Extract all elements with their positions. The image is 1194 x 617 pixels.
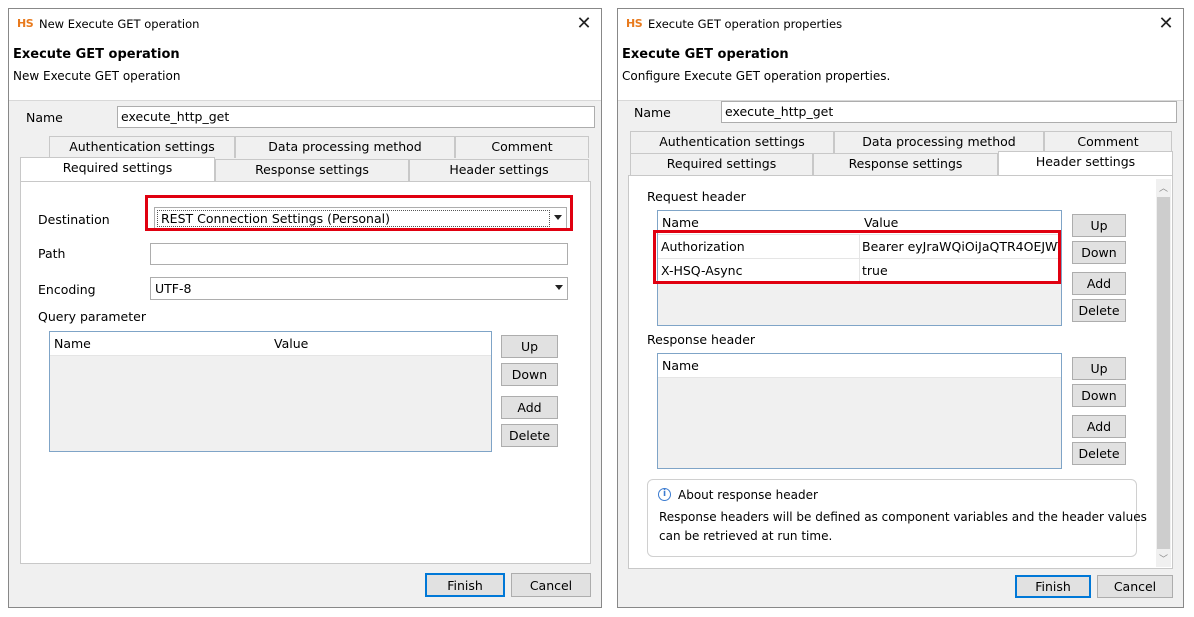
tab-required-settings[interactable]: Required settings <box>630 153 813 175</box>
vertical-scrollbar[interactable]: ︿ ﹀ <box>1156 179 1171 567</box>
hs-logo-icon: HS <box>17 17 34 30</box>
response-header-info: i About response header Response headers… <box>647 479 1147 557</box>
column-value: Value <box>864 215 899 230</box>
tab-authentication-settings[interactable]: Authentication settings <box>49 136 235 158</box>
column-divider <box>859 259 860 282</box>
cancel-button[interactable]: Cancel <box>1097 575 1173 598</box>
new-execute-get-dialog: HS New Execute GET operation ✕ Execute G… <box>8 8 602 608</box>
finish-button[interactable]: Finish <box>1015 575 1091 598</box>
encoding-value: UTF-8 <box>155 281 192 296</box>
column-divider <box>859 235 860 258</box>
grid-header: Name Value <box>50 332 491 356</box>
tab-comment[interactable]: Comment <box>1044 131 1172 153</box>
tab-data-processing-method[interactable]: Data processing method <box>235 136 455 158</box>
path-input[interactable] <box>150 243 568 265</box>
header-subtitle: Configure Execute GET operation properti… <box>622 69 891 83</box>
tab-header-settings[interactable]: Header settings <box>409 159 589 181</box>
tab-response-settings[interactable]: Response settings <box>813 153 998 175</box>
name-input[interactable]: execute_http_get <box>721 101 1177 123</box>
window-title: New Execute GET operation <box>39 17 200 31</box>
response-up-button[interactable]: Up <box>1072 357 1126 380</box>
response-delete-button[interactable]: Delete <box>1072 442 1126 465</box>
destination-select[interactable]: REST Connection Settings (Personal) <box>154 207 567 230</box>
name-input[interactable]: execute_http_get <box>117 106 595 128</box>
request-up-button[interactable]: Up <box>1072 214 1126 237</box>
table-row[interactable]: X-HSQ-Async true <box>658 259 1061 283</box>
add-button[interactable]: Add <box>501 396 558 419</box>
table-row[interactable]: Authorization Bearer eyJraWQiOiJaQTR4OEJ… <box>658 235 1061 259</box>
encoding-select[interactable]: UTF-8 <box>150 277 568 300</box>
dialog-header: Execute GET operation Configure Execute … <box>618 39 1183 101</box>
tab-header-settings[interactable]: Header settings <box>998 151 1173 175</box>
response-header-label: Response header <box>647 332 756 347</box>
cancel-button[interactable]: Cancel <box>511 573 591 597</box>
request-delete-button[interactable]: Delete <box>1072 299 1126 322</box>
execute-get-properties-dialog: HS Execute GET operation properties ✕ Ex… <box>617 8 1184 608</box>
chevron-down-icon <box>554 215 562 220</box>
grid-header: Name Value <box>658 211 1061 235</box>
up-button[interactable]: Up <box>501 335 558 358</box>
dialog-header: Execute GET operation New Execute GET op… <box>9 39 601 101</box>
response-add-button[interactable]: Add <box>1072 415 1126 438</box>
required-settings-panel: Destination REST Connection Settings (Pe… <box>20 181 591 564</box>
info-title: About response header <box>678 488 818 502</box>
tab-data-processing-method[interactable]: Data processing method <box>834 131 1044 153</box>
response-down-button[interactable]: Down <box>1072 384 1126 407</box>
request-add-button[interactable]: Add <box>1072 272 1126 295</box>
grid-header: Name <box>658 354 1061 378</box>
destination-value: REST Connection Settings (Personal) <box>161 211 390 226</box>
header-name: Authorization <box>661 239 745 254</box>
query-parameter-grid[interactable]: Name Value <box>49 331 492 452</box>
encoding-label: Encoding <box>38 282 96 297</box>
column-value: Value <box>274 336 309 351</box>
column-name: Name <box>662 215 699 230</box>
response-header-grid[interactable]: Name <box>657 353 1062 469</box>
query-parameter-label: Query parameter <box>38 309 146 324</box>
header-title: Execute GET operation <box>622 47 789 62</box>
chevron-down-icon <box>555 285 563 290</box>
tab-comment[interactable]: Comment <box>455 136 589 158</box>
request-header-grid[interactable]: Name Value Authorization Bearer eyJraWQi… <box>657 210 1062 326</box>
scrollbar-thumb[interactable] <box>1157 197 1170 549</box>
info-text-line2: can be retrieved at run time. <box>659 529 833 543</box>
finish-button[interactable]: Finish <box>425 573 505 597</box>
chevron-down-icon[interactable]: ﹀ <box>1156 552 1171 565</box>
name-label: Name <box>634 105 671 120</box>
title-bar: HS Execute GET operation properties ✕ <box>618 9 1183 39</box>
delete-button[interactable]: Delete <box>501 424 558 447</box>
tab-response-settings[interactable]: Response settings <box>215 159 409 181</box>
chevron-up-icon[interactable]: ︿ <box>1156 181 1171 194</box>
header-title: Execute GET operation <box>13 47 180 62</box>
name-label: Name <box>26 110 63 125</box>
close-icon[interactable]: ✕ <box>575 13 593 34</box>
info-text-line1: Response headers will be defined as comp… <box>659 510 1147 524</box>
column-name: Name <box>662 358 699 373</box>
request-header-label: Request header <box>647 189 746 204</box>
header-subtitle: New Execute GET operation <box>13 69 181 83</box>
tab-authentication-settings[interactable]: Authentication settings <box>630 131 834 153</box>
destination-label: Destination <box>38 212 110 227</box>
header-value: true <box>862 263 888 278</box>
column-name: Name <box>54 336 91 351</box>
window-title: Execute GET operation properties <box>648 17 843 31</box>
close-icon[interactable]: ✕ <box>1157 13 1175 34</box>
header-value: Bearer eyJraWQiOiJaQTR4OEJWTX <box>862 239 1061 254</box>
header-settings-panel: Request header Name Value Authorization … <box>628 175 1173 569</box>
tab-required-settings[interactable]: Required settings <box>20 157 215 181</box>
header-name: X-HSQ-Async <box>661 263 743 278</box>
hs-logo-icon: HS <box>626 17 643 30</box>
request-down-button[interactable]: Down <box>1072 241 1126 264</box>
down-button[interactable]: Down <box>501 363 558 386</box>
title-bar: HS New Execute GET operation ✕ <box>9 9 601 39</box>
info-icon: i <box>658 488 671 501</box>
path-label: Path <box>38 246 66 261</box>
